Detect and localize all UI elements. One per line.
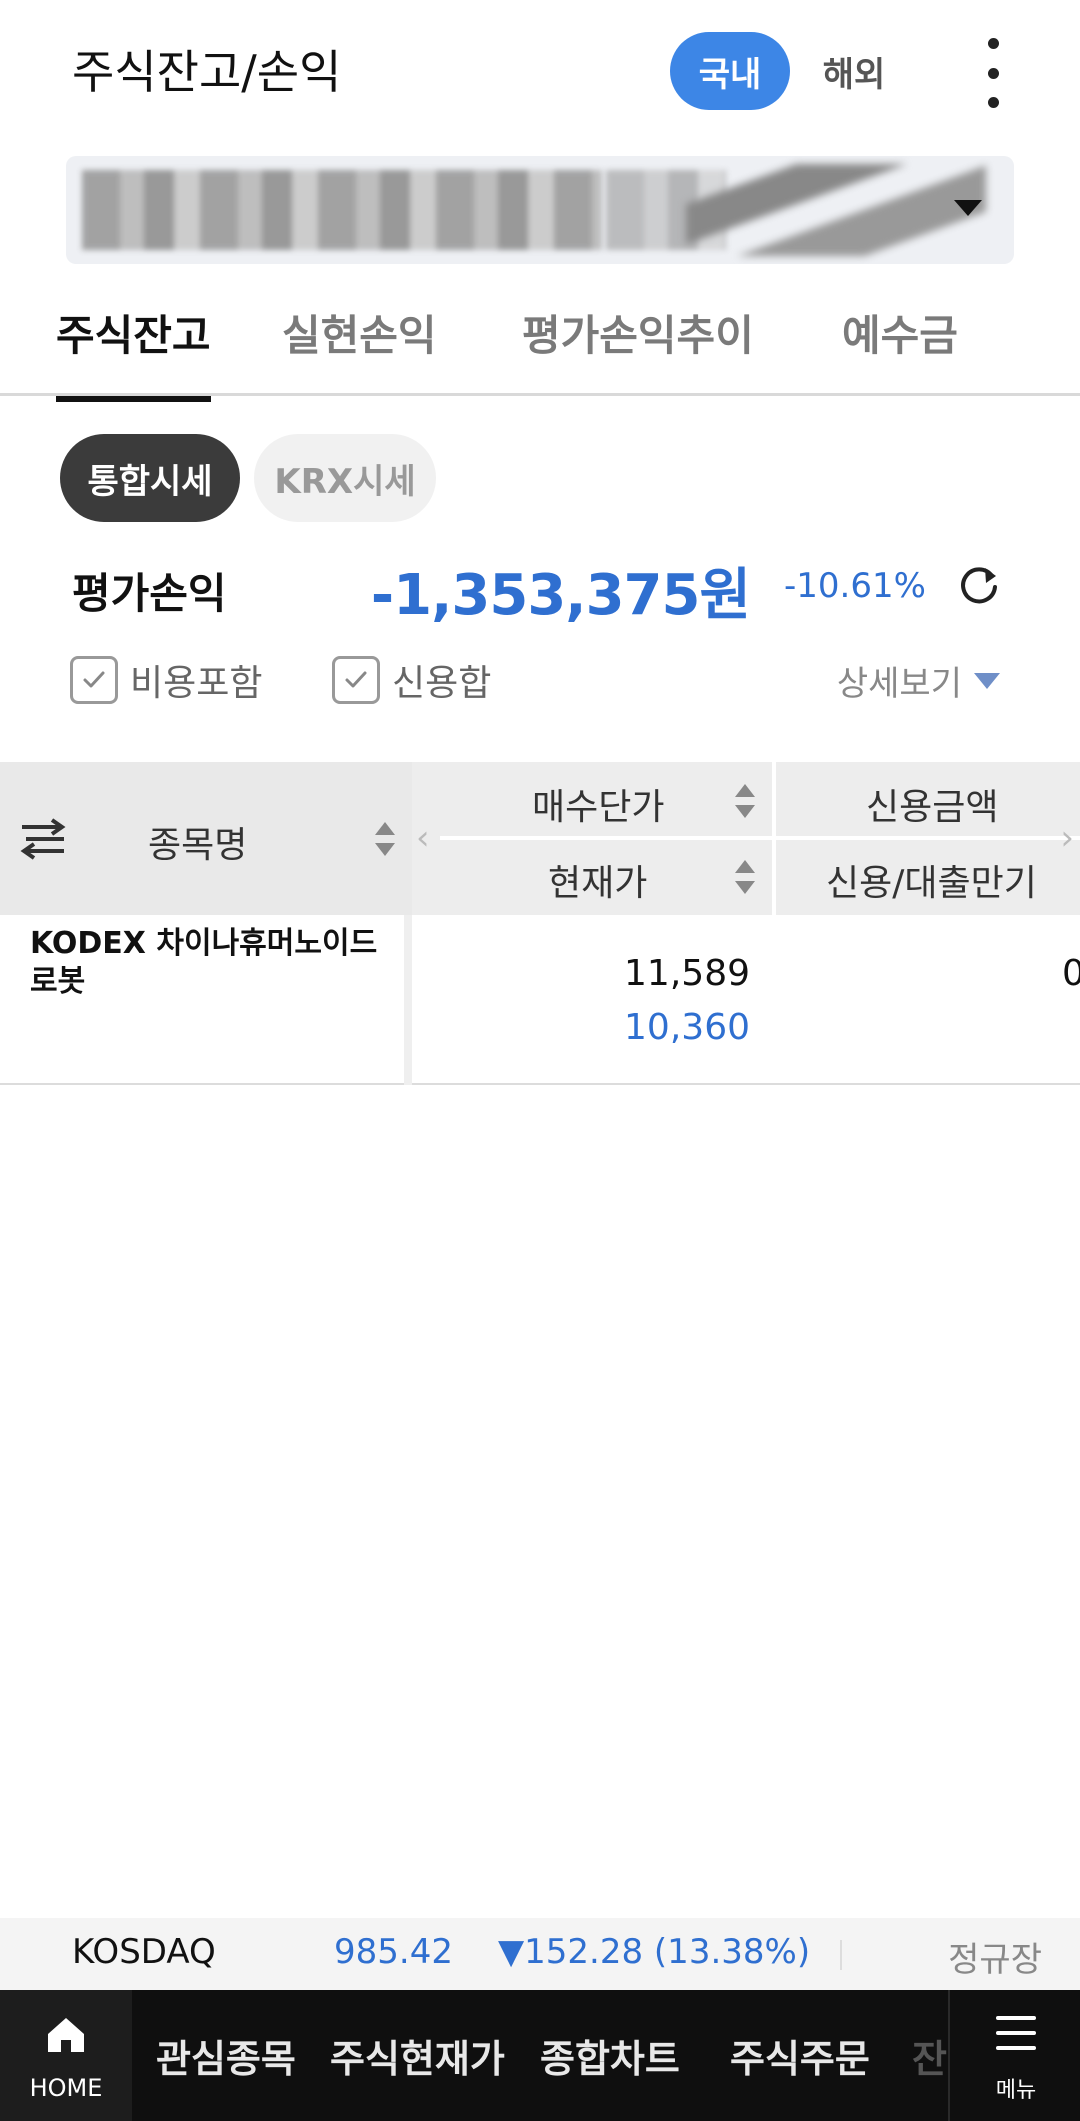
nav-chart[interactable]: 종합차트 bbox=[540, 2028, 680, 2083]
buy-price-value: 11,589 bbox=[624, 953, 750, 994]
page-title: 주식잔고/손익 bbox=[72, 45, 342, 99]
tab-deposit[interactable]: 예수금 bbox=[842, 302, 958, 394]
home-button[interactable]: HOME bbox=[0, 1990, 132, 2121]
market-session-status: 정규장 bbox=[948, 1940, 1042, 1980]
current-price-value: 10,360 bbox=[624, 1007, 750, 1048]
credit-sum-checkbox[interactable]: 신용합 bbox=[332, 652, 491, 708]
stock-name[interactable]: KODEX 차이나휴머노이드로봇 bbox=[30, 925, 380, 1001]
fixed-column-header: 종목명 bbox=[0, 762, 412, 915]
sort-icon[interactable] bbox=[374, 820, 396, 858]
nav-watchlist[interactable]: 관심종목 bbox=[156, 2028, 296, 2083]
checkbox-check-icon bbox=[332, 656, 380, 704]
home-label: HOME bbox=[29, 2074, 103, 2102]
fixed-column-cell: KODEX 차이나휴머노이드로봇 bbox=[0, 915, 412, 1085]
sort-icon[interactable] bbox=[734, 782, 756, 820]
valuation-pl-rate: -10.61% bbox=[784, 566, 926, 606]
include-cost-label: 비용포함 bbox=[130, 663, 263, 704]
index-value: 985.42 bbox=[334, 1932, 453, 1972]
tab-valuation-trend[interactable]: 평가손익추이 bbox=[522, 302, 754, 394]
market-toggle[interactable]: 국내 해외 bbox=[670, 32, 910, 110]
bottom-nav: HOME 관심종목 주식현재가 종합차트 주식주문 잔 메뉴 bbox=[0, 1990, 1080, 2121]
table-row[interactable]: KODEX 차이나휴머노이드로봇 11,589 10,360 0 bbox=[0, 915, 1080, 1085]
krx-quote-chip[interactable]: KRX시세 bbox=[254, 434, 436, 522]
dropdown-caret-icon bbox=[954, 200, 982, 216]
index-name: KOSDAQ bbox=[72, 1932, 216, 1972]
caret-down-icon bbox=[974, 672, 1000, 689]
include-cost-checkbox[interactable]: 비용포함 bbox=[70, 652, 262, 708]
valuation-pl-label: 평가손익 bbox=[72, 569, 227, 618]
valuation-pl-amount: -1,353,375원 bbox=[370, 563, 751, 628]
menu-label: 메뉴 bbox=[995, 2078, 1037, 2103]
tab-realized-pl[interactable]: 실현손익 bbox=[282, 302, 437, 394]
hamburger-menu-icon bbox=[996, 2016, 1036, 2050]
column-header-credit-amount[interactable]: 신용금액 bbox=[866, 778, 998, 830]
nav-stock-order[interactable]: 주식주문 bbox=[730, 2028, 870, 2083]
column-header-name[interactable]: 종목명 bbox=[148, 816, 247, 868]
scroll-left-icon[interactable]: ‹ bbox=[416, 818, 430, 858]
tab-bar: 주식잔고 실현손익 평가손익추이 예수금 bbox=[0, 282, 1080, 402]
nav-stock-quote[interactable]: 주식현재가 bbox=[330, 2028, 505, 2083]
domestic-toggle[interactable]: 국내 bbox=[670, 32, 790, 110]
home-icon bbox=[48, 2018, 84, 2052]
overseas-toggle[interactable]: 해외 bbox=[798, 32, 910, 110]
table-header: 종목명 ‹ 매수단가 현재가 신용금액 신용/대출만기 › bbox=[0, 762, 1080, 915]
integrated-quote-chip[interactable]: 통합시세 bbox=[60, 434, 240, 522]
sort-icon[interactable] bbox=[734, 858, 756, 896]
checkbox-check-icon bbox=[70, 656, 118, 704]
detail-view-link[interactable]: 상세보기 bbox=[837, 656, 1000, 705]
more-options-icon[interactable] bbox=[976, 38, 1010, 108]
credit-amount-value: 0 bbox=[1062, 953, 1080, 994]
column-header-buy-price[interactable]: 매수단가 bbox=[532, 778, 664, 830]
redacted-account bbox=[82, 170, 602, 250]
nav-partial-item[interactable]: 잔 bbox=[912, 2028, 947, 2083]
index-change: ▼152.28 (13.38%) bbox=[498, 1932, 811, 1972]
account-selector[interactable] bbox=[66, 156, 1014, 264]
detail-view-label: 상세보기 bbox=[836, 664, 962, 704]
credit-sum-label: 신용합 bbox=[392, 663, 492, 704]
column-header-current-price[interactable]: 현재가 bbox=[548, 854, 647, 906]
header: 주식잔고/손익 국내 해외 bbox=[0, 0, 1080, 140]
tab-stock-balance[interactable]: 주식잔고 bbox=[56, 302, 211, 402]
refresh-icon[interactable] bbox=[954, 562, 1004, 612]
menu-button[interactable]: 메뉴 bbox=[948, 1990, 1080, 2121]
index-ticker[interactable]: KOSDAQ 985.42 ▼152.28 (13.38%) 정규장 bbox=[0, 1918, 1080, 1990]
column-settings-icon[interactable] bbox=[20, 818, 66, 860]
column-header-credit-due[interactable]: 신용/대출만기 bbox=[826, 854, 1037, 906]
scroll-right-icon[interactable]: › bbox=[1060, 818, 1074, 858]
